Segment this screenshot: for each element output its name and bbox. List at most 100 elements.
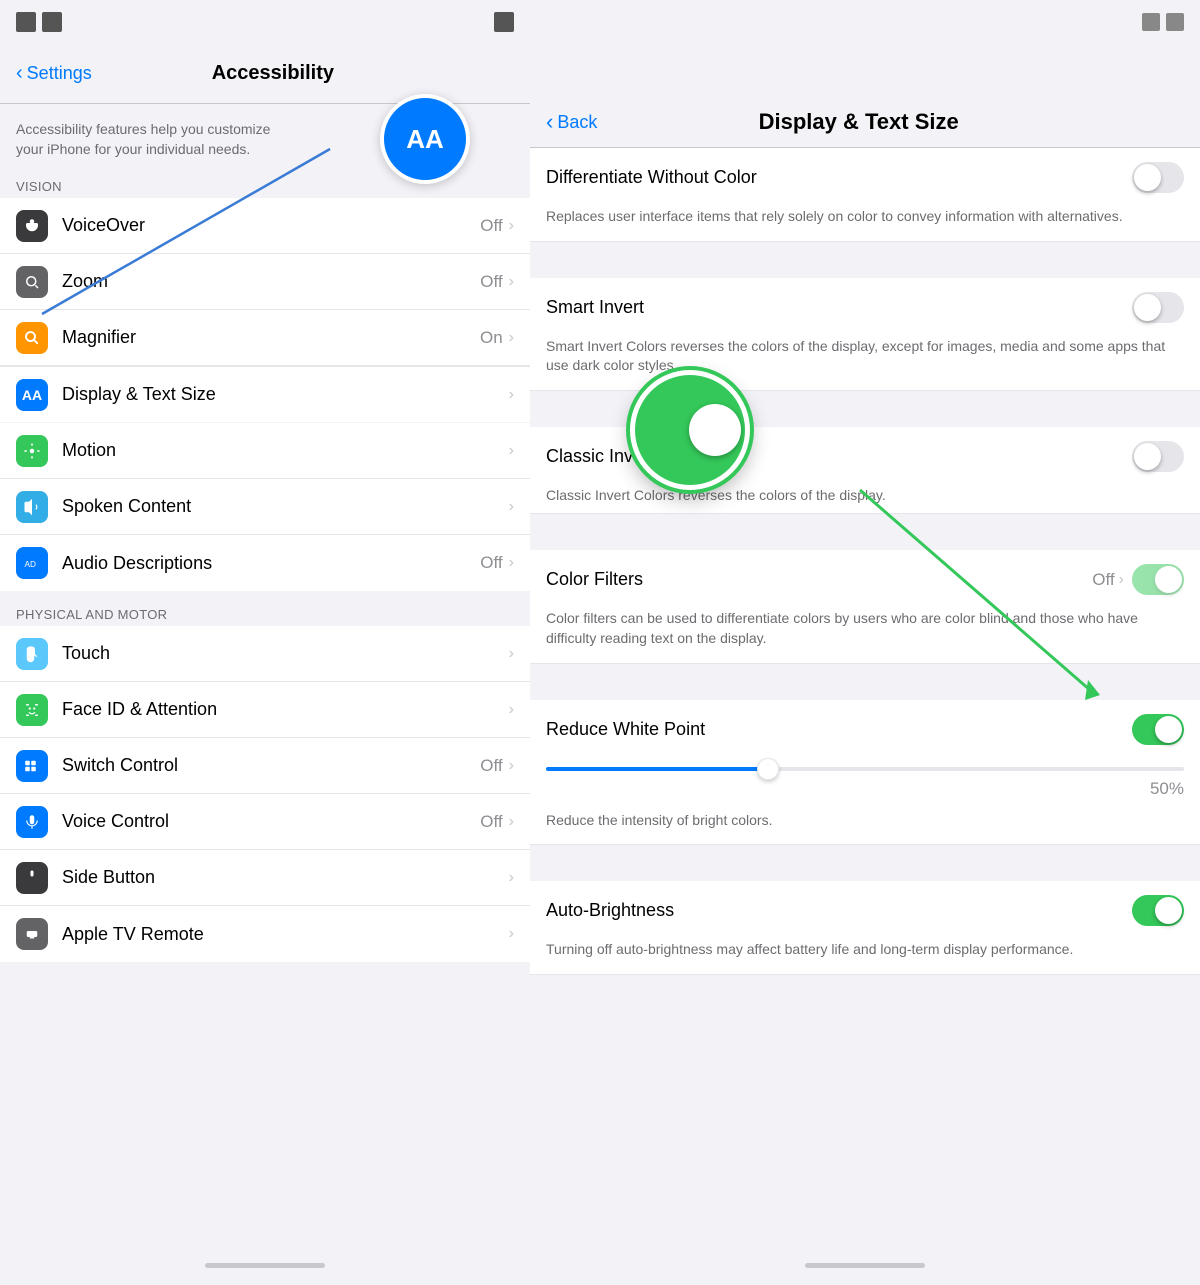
- differentiate-toggle[interactable]: [1132, 162, 1184, 193]
- slider-thumb[interactable]: [757, 758, 779, 780]
- side-button-label: Side Button: [62, 867, 509, 888]
- back-label: Settings: [27, 63, 92, 84]
- right-panel-wrapper: ‹ Back Display & Text Size Differentiate…: [530, 0, 1200, 1285]
- auto-brightness-desc: Turning off auto-brightness may affect b…: [530, 940, 1200, 974]
- spoken-content-item[interactable]: Spoken Content ›: [0, 479, 530, 535]
- display-text-size-item[interactable]: AA Display & Text Size ›: [0, 366, 530, 422]
- smart-invert-toggle-knob: [1134, 294, 1161, 321]
- voice-control-item[interactable]: Voice Control Off ›: [0, 794, 530, 850]
- side-button-item[interactable]: Side Button ›: [0, 850, 530, 906]
- separator-5: [530, 845, 1200, 881]
- auto-brightness-section: Auto-Brightness Turning off auto-brightn…: [530, 881, 1200, 975]
- magnifier-item[interactable]: Magnifier On ›: [0, 310, 530, 366]
- side-button-chevron-icon: ›: [509, 869, 514, 887]
- magnifier-chevron-icon: ›: [509, 329, 514, 347]
- smart-invert-row: Smart Invert: [530, 278, 1200, 337]
- touch-item[interactable]: Touch ›: [0, 626, 530, 682]
- voiceover-chevron-icon: ›: [509, 217, 514, 235]
- classic-invert-label: Classic Invert: [546, 446, 1132, 467]
- auto-brightness-toggle-knob: [1155, 897, 1182, 924]
- face-id-item[interactable]: Face ID & Attention ›: [0, 682, 530, 738]
- apple-tv-chevron-icon: ›: [509, 925, 514, 943]
- voice-control-value: Off: [480, 812, 502, 832]
- right-back-label: Back: [557, 112, 597, 133]
- face-id-icon: [16, 694, 48, 726]
- differentiate-label: Differentiate Without Color: [546, 167, 1132, 188]
- auto-brightness-row: Auto-Brightness: [530, 881, 1200, 940]
- smart-invert-desc: Smart Invert Colors reverses the colors …: [530, 337, 1200, 390]
- audio-descriptions-label: Audio Descriptions: [62, 553, 480, 574]
- zoom-item[interactable]: Zoom Off ›: [0, 254, 530, 310]
- color-filters-row: Color Filters Off ›: [530, 550, 1200, 609]
- display-text-back-button[interactable]: ‹ Back: [546, 109, 597, 135]
- home-indicator-right: [530, 1245, 1200, 1285]
- touch-chevron-icon: ›: [509, 645, 514, 663]
- audio-descriptions-chevron-icon: ›: [509, 554, 514, 572]
- separator-1: [530, 242, 1200, 278]
- smart-invert-toggle[interactable]: [1132, 292, 1184, 323]
- magnifier-value: On: [480, 328, 503, 348]
- smart-invert-section: Smart Invert Smart Invert Colors reverse…: [530, 278, 1200, 391]
- left-nav-title: Accessibility: [92, 62, 454, 85]
- display-text-size-label: Display & Text Size: [62, 384, 509, 405]
- separator-4: [530, 664, 1200, 700]
- motion-group: Motion › Spoken Content › AD Audio Descr…: [0, 423, 530, 591]
- differentiate-desc: Replaces user interface items that rely …: [530, 207, 1200, 241]
- voiceover-icon: [16, 210, 48, 242]
- audio-descriptions-item[interactable]: AD Audio Descriptions Off ›: [0, 535, 530, 591]
- reduce-white-point-row: Reduce White Point: [530, 700, 1200, 759]
- differentiate-section: Differentiate Without Color Replaces use…: [530, 148, 1200, 242]
- color-filters-value: Off: [1092, 570, 1114, 590]
- smart-invert-label: Smart Invert: [546, 297, 1132, 318]
- audio-descriptions-value: Off: [480, 553, 502, 573]
- reduce-white-point-toggle[interactable]: [1132, 714, 1184, 745]
- right-nav-title: Display & Text Size: [613, 109, 1104, 135]
- status-indicator: [16, 12, 36, 32]
- color-filters-desc: Color filters can be used to differentia…: [530, 609, 1200, 662]
- switch-control-item[interactable]: Switch Control Off ›: [0, 738, 530, 794]
- side-button-icon: [16, 862, 48, 894]
- color-filters-section: Color Filters Off › Color filters can be…: [530, 550, 1200, 663]
- settings-back-button[interactable]: ‹ Settings: [16, 62, 92, 85]
- vision-group: VoiceOver Off › Zoom Off › Magnifier On …: [0, 198, 530, 422]
- differentiate-row: Differentiate Without Color: [530, 148, 1200, 207]
- svg-text:AD: AD: [25, 560, 37, 569]
- right-panel: ‹ Back Display & Text Size Differentiate…: [530, 0, 1200, 1285]
- switch-control-label: Switch Control: [62, 755, 480, 776]
- classic-invert-row: Classic Invert: [530, 427, 1200, 486]
- color-filters-toggle-knob: [1155, 566, 1182, 593]
- motion-chevron-icon: ›: [509, 442, 514, 460]
- classic-invert-toggle[interactable]: [1132, 441, 1184, 472]
- spoken-content-icon: [16, 491, 48, 523]
- audio-descriptions-icon: AD: [16, 547, 48, 579]
- switch-control-chevron-icon: ›: [509, 757, 514, 775]
- reduce-white-point-slider-row: 50%: [530, 759, 1200, 811]
- display-text-size-chevron-icon: ›: [509, 386, 514, 404]
- zoom-icon: [16, 266, 48, 298]
- reduce-white-point-toggle-knob: [1155, 716, 1182, 743]
- face-id-label: Face ID & Attention: [62, 699, 509, 720]
- spoken-content-label: Spoken Content: [62, 496, 509, 517]
- classic-invert-desc: Classic Invert Colors reverses the color…: [530, 486, 1200, 514]
- aa-circle: AA: [380, 94, 470, 184]
- auto-brightness-toggle[interactable]: [1132, 895, 1184, 926]
- accessibility-header: Accessibility features help you customiz…: [0, 104, 530, 171]
- slider-track: [546, 767, 1184, 771]
- slider-value: 50%: [546, 775, 1184, 803]
- back-chevron-icon: ‹: [16, 62, 23, 85]
- auto-brightness-label: Auto-Brightness: [546, 900, 1132, 921]
- zoom-value: Off: [480, 272, 502, 292]
- touch-icon: [16, 638, 48, 670]
- right-nav-bar: ‹ Back Display & Text Size: [530, 44, 1200, 148]
- voiceover-item[interactable]: VoiceOver Off ›: [0, 198, 530, 254]
- accessibility-description: Accessibility features help you customiz…: [16, 120, 276, 159]
- apple-tv-item[interactable]: Apple TV Remote ›: [0, 906, 530, 962]
- spoken-content-chevron-icon: ›: [509, 498, 514, 516]
- voice-control-label: Voice Control: [62, 811, 480, 832]
- touch-label: Touch: [62, 643, 509, 664]
- face-id-chevron-icon: ›: [509, 701, 514, 719]
- zoom-label: Zoom: [62, 271, 480, 292]
- motion-item[interactable]: Motion ›: [0, 423, 530, 479]
- color-filters-toggle[interactable]: [1132, 564, 1184, 595]
- apple-tv-icon: [16, 918, 48, 950]
